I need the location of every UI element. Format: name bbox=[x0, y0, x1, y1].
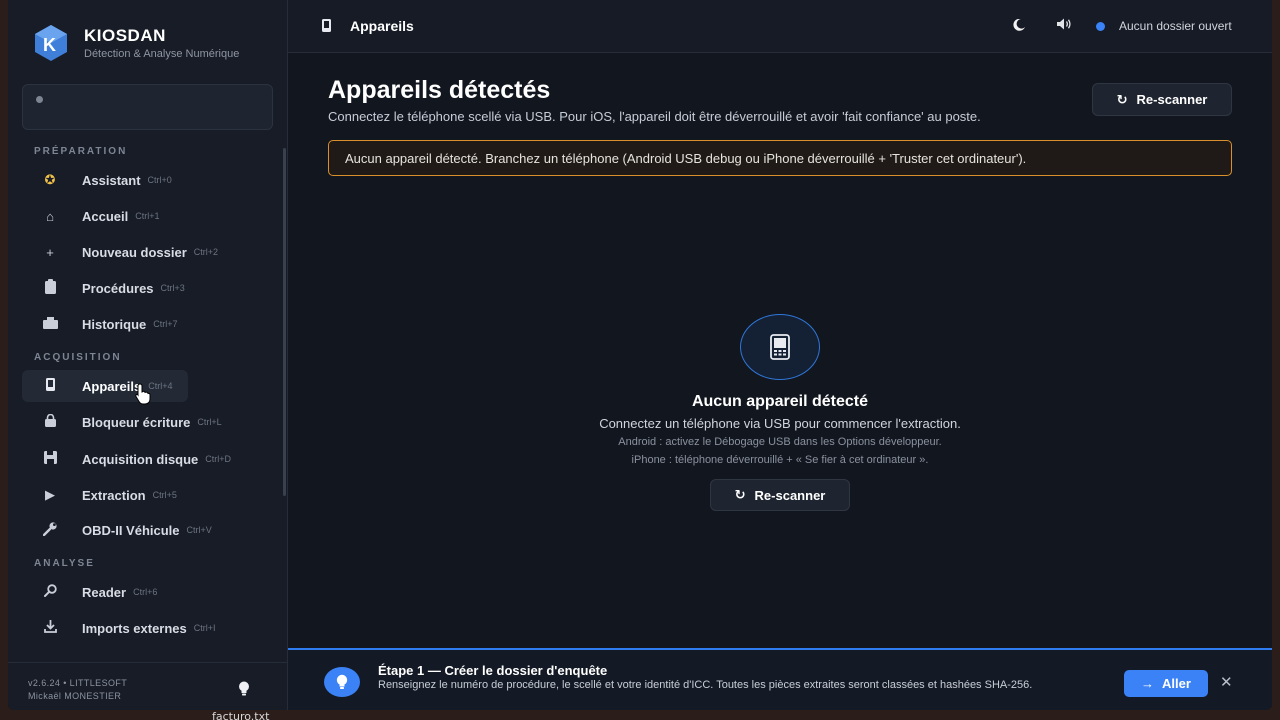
refresh-icon: ↻ bbox=[734, 487, 746, 502]
user-label: Mickaël MONESTIER bbox=[28, 691, 122, 701]
status-indicator bbox=[1096, 22, 1105, 31]
sidebar-item-procedures[interactable]: Procédures Ctrl+3 bbox=[22, 272, 199, 304]
lock-icon bbox=[40, 413, 60, 430]
compass-icon: ✪ bbox=[44, 172, 56, 187]
case-status-text: Aucun dossier ouvert bbox=[1119, 19, 1232, 33]
play-icon: ▶ bbox=[45, 487, 55, 502]
tip-go-button[interactable]: → Aller bbox=[1124, 670, 1208, 697]
sidebar: K KIOSDAN Détection & Analyse Numérique … bbox=[8, 0, 288, 710]
refresh-icon: ↻ bbox=[1116, 91, 1128, 107]
sidebar-scrollbar[interactable] bbox=[283, 148, 286, 496]
theme-toggle-moon-icon[interactable] bbox=[1013, 18, 1025, 34]
topbar: Appareils Aucun dossier ouvert bbox=[288, 0, 1272, 53]
sidebar-item-appareils[interactable]: Appareils Ctrl+4 bbox=[22, 370, 188, 402]
empty-state-hint-android: Android : activez le Débogage USB dans l… bbox=[618, 436, 942, 448]
lightbulb-icon[interactable] bbox=[238, 681, 250, 699]
rescan-button[interactable]: ↻ Re-scanner bbox=[1092, 83, 1232, 116]
desktop-file-label[interactable]: facturo.txt bbox=[212, 710, 269, 720]
tip-text: Renseignez le numéro de procédure, le sc… bbox=[378, 679, 1033, 691]
svg-text:K: K bbox=[43, 35, 56, 55]
close-icon[interactable]: ✕ bbox=[1220, 673, 1233, 691]
no-device-alert: Aucun appareil détecté. Branchez un télé… bbox=[328, 140, 1232, 176]
sidebar-item-historique[interactable]: Historique Ctrl+7 bbox=[22, 308, 192, 340]
clipboard-icon bbox=[40, 279, 60, 297]
phone-icon bbox=[322, 19, 331, 37]
sidebar-item-extraction[interactable]: ▶ Extraction Ctrl+5 bbox=[22, 479, 191, 511]
archive-icon bbox=[40, 316, 60, 332]
section-label-analyse: ANALYSE bbox=[34, 558, 95, 569]
empty-state-phone-icon bbox=[740, 314, 820, 380]
page-breadcrumb: Appareils bbox=[350, 18, 414, 34]
section-label-preparation: PRÉPARATION bbox=[34, 146, 128, 157]
arrow-right-icon: → bbox=[1141, 676, 1155, 691]
empty-state-title: Aucun appareil détecté bbox=[691, 393, 869, 410]
tip-title: Étape 1 — Créer le dossier d'enquête bbox=[378, 663, 608, 678]
lightbulb-icon bbox=[324, 667, 360, 697]
sidebar-item-acquisition-disque[interactable]: Acquisition disque Ctrl+D bbox=[22, 443, 245, 475]
phone-icon bbox=[40, 378, 60, 394]
version-label: v2.6.24 • LITTLESOFT bbox=[28, 678, 128, 688]
main-content: Appareils Aucun dossier ouvert Appareils… bbox=[288, 0, 1272, 710]
app-window: K KIOSDAN Détection & Analyse Numérique … bbox=[8, 0, 1272, 710]
empty-state-subtitle: Connectez un téléphone via USB pour comm… bbox=[599, 416, 961, 431]
page-title: Appareils détectés bbox=[328, 76, 551, 104]
sidebar-item-accueil[interactable]: ⌂ Accueil Ctrl+1 bbox=[22, 200, 174, 232]
page-subtitle: Connectez le téléphone scellé via USB. P… bbox=[328, 109, 981, 124]
sidebar-item-imports-externes[interactable]: Imports externes Ctrl+I bbox=[22, 612, 230, 644]
kiosdan-logo-icon: K bbox=[32, 24, 70, 62]
sidebar-item-assistant[interactable]: ✪ Assistant Ctrl+0 bbox=[22, 164, 186, 196]
brand-name: KIOSDAN bbox=[84, 26, 166, 45]
sidebar-item-obd-vehicule[interactable]: OBD-II Véhicule Ctrl+V bbox=[22, 514, 226, 546]
empty-state-hint-iphone: iPhone : téléphone déverrouillé + « Se f… bbox=[631, 454, 929, 466]
mouse-pointer-icon bbox=[135, 383, 151, 410]
wrench-icon bbox=[40, 521, 60, 539]
brand: K KIOSDAN Détection & Analyse Numérique bbox=[32, 24, 239, 62]
empty-state-rescan-button[interactable]: ↻ Re-scanner bbox=[710, 479, 850, 511]
disk-icon bbox=[40, 451, 60, 467]
brand-subtitle: Détection & Analyse Numérique bbox=[84, 48, 240, 60]
search-indicator-icon bbox=[36, 96, 43, 103]
sidebar-item-bloqueur-ecriture[interactable]: Bloqueur écriture Ctrl+L bbox=[22, 406, 236, 438]
onboarding-tip-bar: Étape 1 — Créer le dossier d'enquête Ren… bbox=[288, 648, 1272, 710]
home-icon: ⌂ bbox=[46, 208, 54, 224]
section-label-acquisition: ACQUISITION bbox=[34, 352, 122, 363]
download-icon bbox=[40, 620, 60, 636]
search-icon bbox=[40, 584, 60, 600]
sidebar-footer: v2.6.24 • LITTLESOFT Mickaël MONESTIER bbox=[8, 662, 287, 710]
sidebar-search-input[interactable] bbox=[22, 84, 273, 130]
sidebar-item-reader[interactable]: Reader Ctrl+6 bbox=[22, 576, 171, 608]
plus-icon: + bbox=[46, 244, 54, 260]
sidebar-item-nouveau-dossier[interactable]: + Nouveau dossier Ctrl+2 bbox=[22, 236, 232, 268]
sound-toggle-speaker-icon[interactable] bbox=[1057, 18, 1072, 33]
